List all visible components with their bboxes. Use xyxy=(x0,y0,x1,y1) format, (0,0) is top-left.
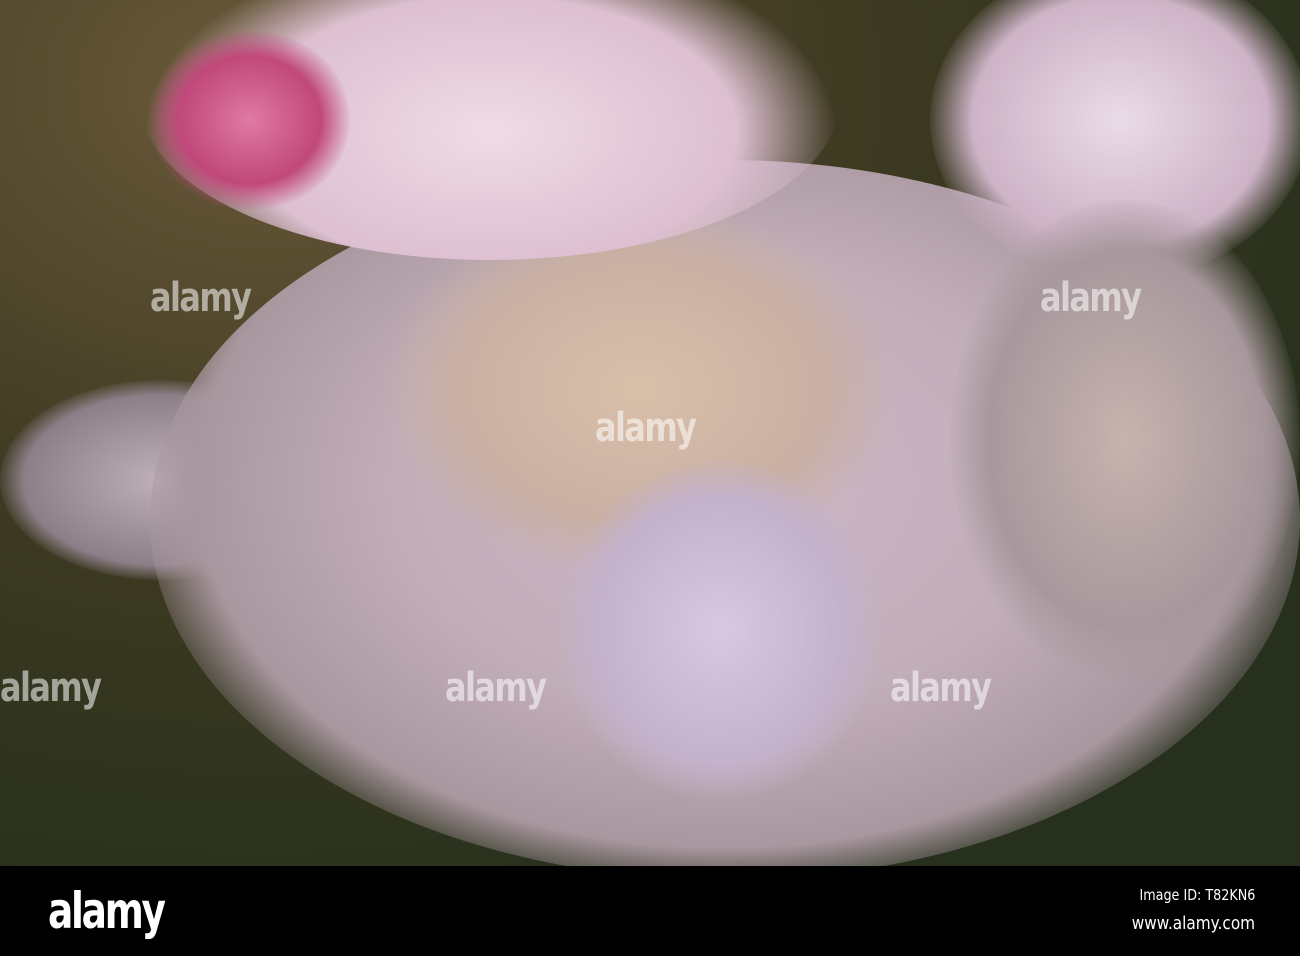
footer-bar: alamy Image ID: T82KN6 www.alamy.com xyxy=(0,866,1300,956)
watermark: alamy xyxy=(150,275,252,321)
watermark: alamy xyxy=(0,665,102,711)
site-url: www.alamy.com xyxy=(1131,913,1255,934)
petal-lilac xyxy=(560,460,880,800)
watermark: alamy xyxy=(595,405,697,451)
petal-pink-edge xyxy=(150,30,350,210)
photo-wilted-rose: alamy alamy alamy alamy alamy alamy xyxy=(0,0,1300,866)
watermark: alamy xyxy=(1040,275,1142,321)
watermark: alamy xyxy=(445,665,547,711)
image-id: Image ID: T82KN6 xyxy=(1139,886,1255,904)
petal-right-dried xyxy=(950,200,1300,680)
watermark: alamy xyxy=(890,665,992,711)
alamy-logo: alamy xyxy=(48,882,166,940)
